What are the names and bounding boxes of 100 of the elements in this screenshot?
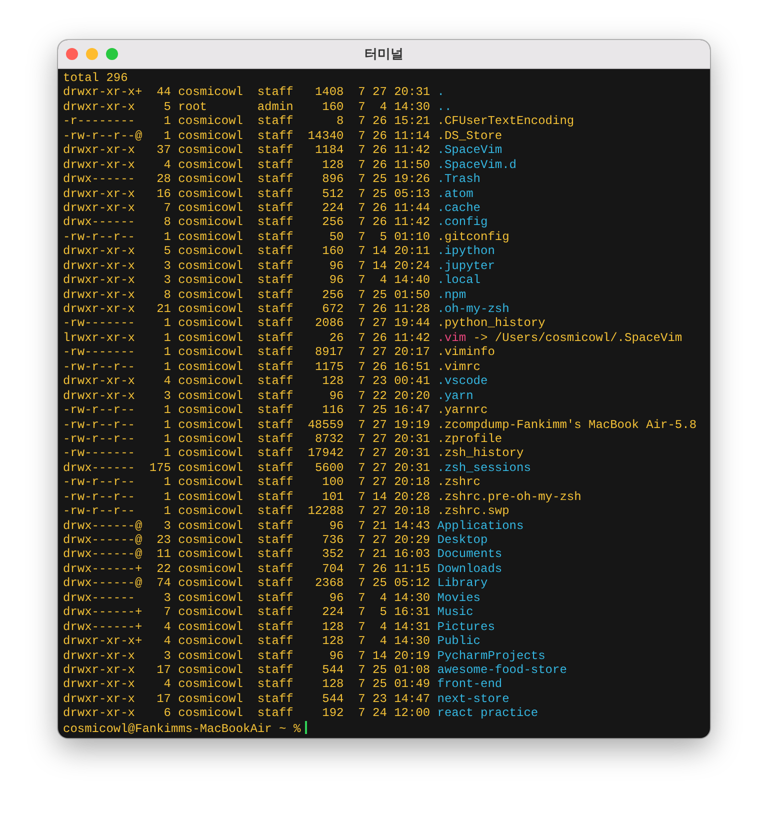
- day: 26: [372, 330, 387, 346]
- link-count: 4: [162, 677, 171, 692]
- day: 27: [372, 432, 387, 446]
- link-count: 8: [162, 288, 171, 302]
- day: 27: [372, 345, 387, 360]
- mod-time: 20:19: [394, 648, 430, 663]
- link-count: 5: [162, 244, 171, 259]
- file-name: Public: [437, 634, 480, 648]
- day: 27: [372, 446, 387, 461]
- mod-time: 20:18: [394, 475, 430, 490]
- group-name: staff: [257, 418, 294, 432]
- link-count: 1: [162, 128, 171, 144]
- day: 5: [372, 605, 387, 620]
- file-name: .: [437, 85, 444, 100]
- permissions: -rw-r--r--@: [63, 128, 142, 144]
- month: 7: [357, 186, 366, 201]
- mod-time: 16:31: [394, 605, 430, 620]
- mod-time: 05:12: [394, 576, 430, 591]
- owner-name: cosmicowl: [178, 186, 244, 201]
- zoom-button[interactable]: [106, 48, 118, 60]
- owner-name: cosmicowl: [178, 533, 244, 548]
- minimize-button[interactable]: [86, 48, 98, 60]
- file-name: Pictures: [437, 620, 495, 634]
- link-count: 3: [162, 273, 171, 288]
- link-count: 1: [162, 418, 171, 432]
- group-name: staff: [257, 288, 294, 302]
- link-count: 3: [162, 388, 171, 404]
- owner-name: cosmicowl: [178, 158, 244, 172]
- file-name: ..: [437, 100, 452, 114]
- link-count: 4: [162, 374, 171, 389]
- file-name: next-store: [437, 692, 510, 706]
- link-count: 16: [156, 186, 171, 201]
- permissions: drwxr-xr-x: [63, 388, 136, 404]
- group-name: staff: [257, 403, 294, 418]
- file-size: 160: [321, 244, 344, 259]
- day: 26: [372, 302, 387, 316]
- close-button[interactable]: [66, 48, 78, 60]
- owner-name: cosmicowl: [178, 258, 244, 274]
- month: 7: [357, 576, 366, 591]
- link-count: 1: [162, 345, 171, 360]
- mod-time: 01:08: [394, 662, 430, 678]
- file-name: .ipython: [437, 244, 495, 259]
- mod-time: 14:47: [394, 692, 430, 706]
- permissions: -rw-r--r--: [63, 418, 136, 432]
- file-size: 128: [321, 620, 344, 634]
- permissions: drwxr-xr-x: [63, 200, 136, 216]
- file-size: 12288: [306, 504, 344, 519]
- month: 7: [357, 706, 366, 721]
- mod-time: 11:42: [394, 215, 430, 230]
- owner-name: cosmicowl: [178, 85, 244, 100]
- permissions: drwx------: [63, 172, 136, 186]
- month: 7: [357, 446, 366, 461]
- link-count: 3: [162, 518, 171, 533]
- file-name: .CFUserTextEncoding: [437, 114, 574, 129]
- file-name: awesome-food-store: [437, 662, 567, 678]
- group-name: staff: [257, 446, 294, 461]
- owner-name: cosmicowl: [178, 432, 244, 446]
- owner-name: cosmicowl: [178, 200, 244, 216]
- permissions: drwxr-xr-x: [63, 143, 136, 158]
- owner-name: cosmicowl: [178, 316, 244, 331]
- group-name: staff: [257, 316, 294, 331]
- window-title: 터미널: [364, 46, 404, 63]
- file-size: 256: [321, 215, 344, 230]
- day: 25: [372, 677, 387, 692]
- permissions: drwxr-xr-x: [63, 244, 136, 259]
- owner-name: cosmicowl: [178, 547, 244, 562]
- day: 14: [372, 490, 387, 504]
- month: 7: [357, 460, 366, 476]
- month: 7: [357, 648, 366, 663]
- mod-time: 01:49: [394, 677, 430, 692]
- file-name: .zshrc.swp: [437, 504, 510, 519]
- file-name: .oh-my-zsh: [437, 302, 510, 316]
- mod-time: 20:11: [394, 244, 430, 259]
- group-name: staff: [257, 605, 294, 620]
- owner-name: cosmicowl: [178, 143, 244, 158]
- day: 21: [372, 547, 387, 562]
- link-count: 23: [156, 533, 171, 548]
- month: 7: [357, 403, 366, 418]
- total-line: total 296: [63, 71, 128, 85]
- month: 7: [357, 634, 366, 648]
- owner-name: cosmicowl: [178, 273, 244, 288]
- day: 26: [372, 200, 387, 216]
- file-name: .yarn: [437, 388, 474, 404]
- owner-name: cosmicowl: [178, 388, 244, 404]
- day: 26: [372, 360, 387, 374]
- file-name: .vimrc: [437, 360, 480, 374]
- month: 7: [357, 590, 366, 606]
- group-name: staff: [257, 360, 294, 374]
- group-name: staff: [257, 547, 294, 562]
- mod-time: 11:28: [394, 302, 430, 316]
- file-size: 26: [328, 330, 344, 346]
- mod-time: 00:41: [394, 374, 430, 389]
- day: 14: [372, 244, 387, 259]
- group-name: staff: [257, 374, 294, 389]
- month: 7: [357, 605, 366, 620]
- owner-name: cosmicowl: [178, 634, 244, 648]
- shell-prompt: cosmicowl@Fankimms-MacBookAir ~ %: [63, 722, 301, 736]
- link-count: 28: [156, 172, 171, 186]
- day: 23: [372, 692, 387, 706]
- day: 4: [372, 620, 387, 634]
